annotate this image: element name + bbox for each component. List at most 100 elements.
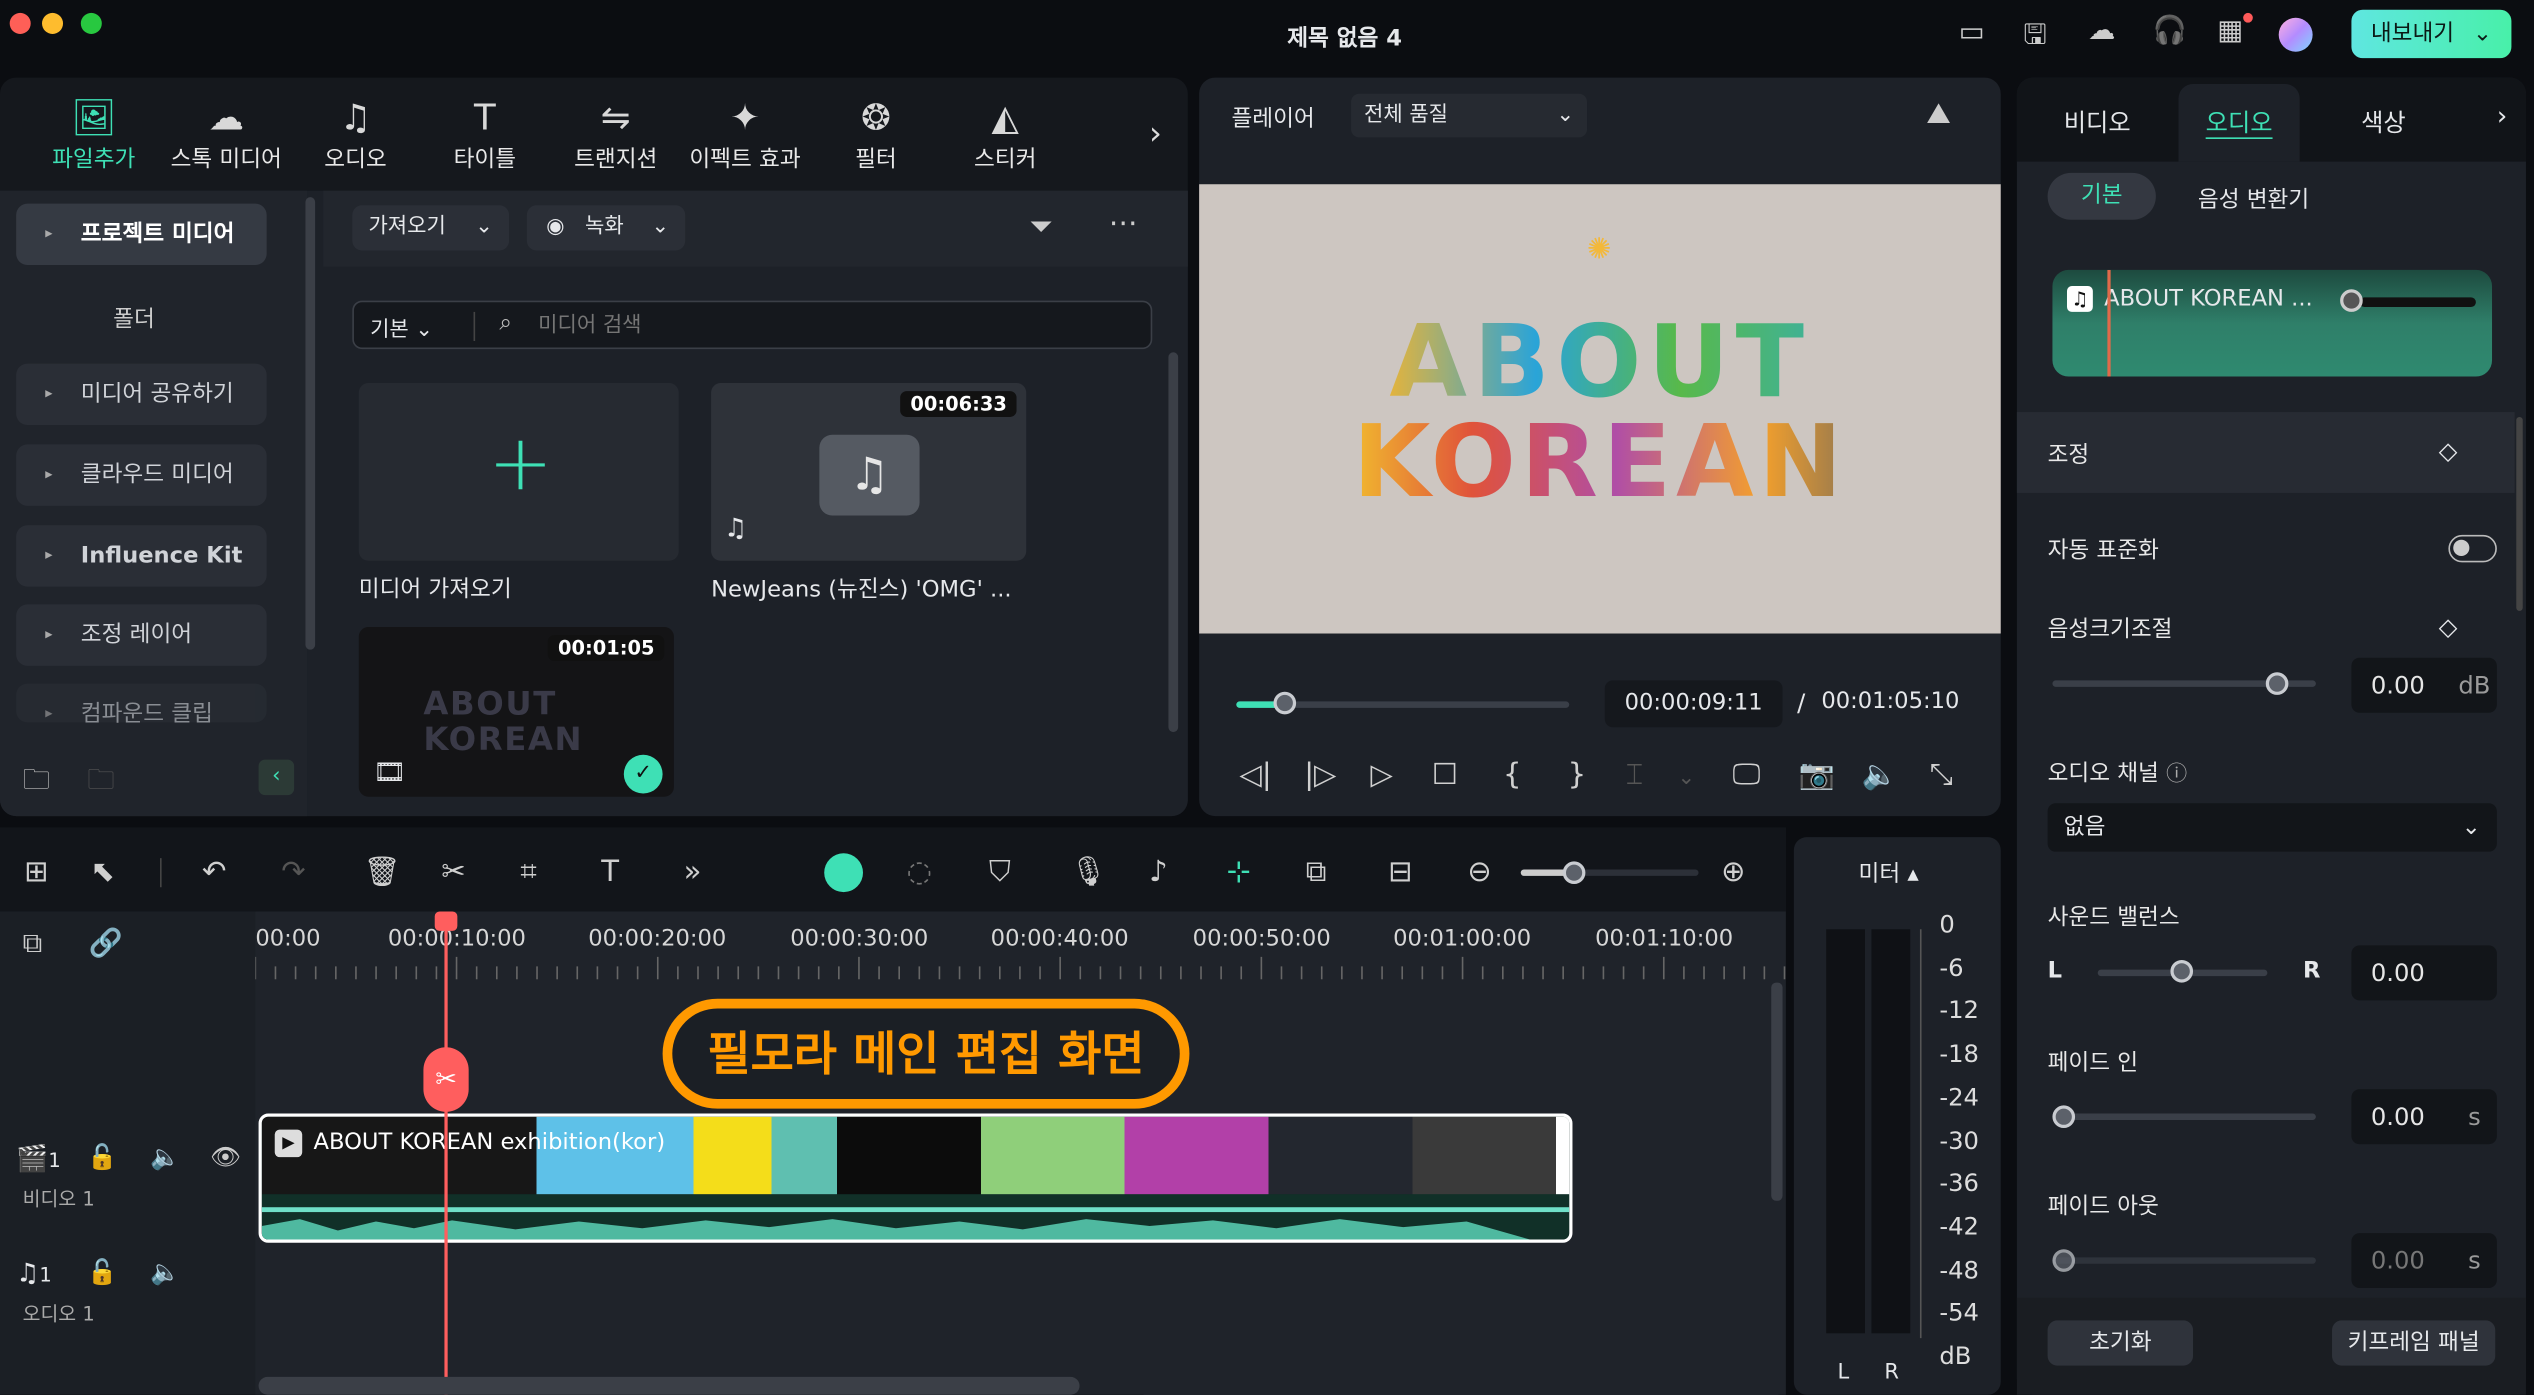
zoom-out-icon[interactable]: ⊖ [1467, 855, 1491, 889]
import-media-card[interactable]: + [358, 383, 679, 561]
timeline-scrollbar-vertical[interactable] [1771, 982, 1783, 1201]
keyframe-diamond-icon[interactable]: ◇ [2439, 436, 2458, 465]
fade-out-input[interactable]: 0.00 s [2351, 1233, 2497, 1289]
sidebar-item[interactable]: Influence Kit [16, 525, 267, 587]
audio-stretch-icon[interactable]: ♪ [1149, 855, 1168, 889]
tab-sticker[interactable]: ◭ 스티커 [941, 97, 1070, 175]
lock-icon[interactable]: 🔓 [87, 1257, 117, 1286]
record-dropdown[interactable]: ◉ 녹화 ⌄ [526, 205, 686, 251]
add-track-icon[interactable]: ⧉ [23, 928, 43, 960]
undo-icon[interactable]: ↶ [202, 855, 226, 889]
delete-icon[interactable]: 🗑 [364, 855, 401, 889]
media-item-audio[interactable]: ♫ 00:06:33 ♫ [711, 383, 1027, 561]
volume-input[interactable]: 0.00 dB [2351, 657, 2497, 713]
sidebar-item[interactable]: 프로젝트 미디어 [16, 203, 267, 266]
fade-out-handle[interactable] [2052, 1249, 2076, 1272]
reset-button[interactable]: 초기화 [2047, 1320, 2194, 1366]
tab-media[interactable]: 🖼 파일추가 [29, 97, 158, 175]
media-scrollbar[interactable] [1168, 352, 1179, 733]
help-icon[interactable]: ⓘ [2166, 763, 2187, 787]
timeline-scrollbar-horizontal[interactable] [258, 1376, 1080, 1395]
subtab-voice-changer[interactable]: 음성 변환기 [2198, 183, 2309, 215]
meter-label[interactable]: 미터 ▴ [1859, 857, 1919, 889]
search-input[interactable] [538, 308, 1120, 341]
lock-icon[interactable]: 🔓 [87, 1143, 117, 1172]
apps-grid-icon[interactable]: ▦ [2217, 15, 2243, 47]
mark-in-icon[interactable]: { [1503, 758, 1522, 792]
view-select[interactable]: 기본 ⌄ [370, 312, 433, 342]
tab-filter[interactable]: ❂ 필터 [811, 97, 940, 175]
fade-in-input[interactable]: 0.00 s [2351, 1089, 2497, 1145]
sidebar-item[interactable]: 클라우드 미디어 [16, 444, 267, 506]
clip-volume-handle[interactable] [2340, 289, 2363, 312]
volume-icon[interactable]: 🔈 [1862, 758, 1898, 792]
display-icon[interactable]: 🖵 [1732, 758, 1760, 792]
mark-out-icon[interactable]: } [1568, 758, 1587, 792]
media-search-bar[interactable]: 기본 ⌄ ⌕ [352, 300, 1153, 350]
panel-scrollbar[interactable] [2516, 416, 2523, 611]
playhead-top-handle[interactable] [434, 911, 458, 931]
export-button[interactable]: 내보내기 ⌄ [2351, 9, 2512, 59]
select-tool-icon[interactable]: ⬉ [91, 855, 115, 889]
tab-music[interactable]: ♫ 오디오 [291, 97, 420, 175]
sidebar-item[interactable]: 미디어 공유하기 [16, 363, 267, 426]
zoom-in-icon[interactable]: ⊕ [1721, 855, 1745, 889]
marker-icon[interactable]: ⛉ [989, 855, 1011, 889]
toolbar-more-arrow[interactable]: › [1149, 113, 1162, 152]
tab-audio[interactable]: 오디오 [2178, 84, 2300, 162]
microphone-icon[interactable]: 🎙 [1070, 855, 1107, 889]
media-item-video[interactable]: ABOUT KOREAN 00:01:05 🎞 ✓ [358, 627, 674, 797]
scopes-icon[interactable]: ⛰ [1926, 97, 1950, 131]
filter-sort-icon[interactable]: ⏷ [1029, 210, 1052, 244]
fullscreen-icon[interactable]: ⤡ [1930, 758, 1953, 792]
sidebar-item[interactable]: 컴파운드 클립 [16, 683, 267, 745]
playhead-split-scissors[interactable]: ✂ [423, 1047, 469, 1112]
sidebar-item[interactable]: 조정 레이어 [16, 604, 267, 666]
fade-in-handle[interactable] [2052, 1105, 2076, 1129]
tabs-more-arrow[interactable]: › [2497, 100, 2507, 131]
video-preview[interactable]: ✺ ABOUT KOREAN [1199, 184, 2001, 634]
more-tools-icon[interactable]: » [684, 855, 702, 889]
text-icon[interactable]: T [601, 855, 619, 889]
mute-icon[interactable]: 🔈 [150, 1143, 180, 1172]
cloud-icon[interactable]: ☁ [2088, 15, 2115, 47]
tab-transition[interactable]: ⇋ 트랜지션 [551, 97, 680, 175]
import-dropdown[interactable]: 가져오기 ⌄ [352, 205, 510, 251]
balance-slider-handle[interactable] [2170, 959, 2194, 983]
snapshot-camera-icon[interactable]: 📷 [1799, 758, 1835, 792]
tab-color[interactable]: 색상 [2361, 105, 2406, 139]
volume-slider-handle[interactable] [2265, 672, 2288, 695]
quality-select[interactable]: 전체 품질 ⌄ [1351, 93, 1588, 138]
fade-out-slider[interactable] [2052, 1257, 2316, 1264]
split-scissors-icon[interactable]: ✂ [441, 855, 465, 889]
more-options-icon[interactable]: ⋯ [1109, 207, 1138, 241]
mute-icon[interactable]: 🔈 [150, 1257, 180, 1286]
layout-icon[interactable]: ▭ [1959, 16, 1985, 48]
crop-icon[interactable]: ⌗ [520, 855, 536, 889]
auto-normalize-toggle[interactable] [2448, 534, 2497, 563]
volume-keyframe-icon[interactable]: ◇ [2439, 613, 2458, 642]
timeline-zoom-slider[interactable] [1520, 869, 1699, 876]
tab-video[interactable]: 비디오 [2064, 105, 2131, 139]
snap-icon[interactable]: ⊹ [1227, 855, 1251, 889]
keyframe-panel-button[interactable]: 키프레임 패널 [2332, 1320, 2496, 1366]
auto-ripple-icon[interactable]: ◌ [907, 855, 932, 889]
balance-input[interactable]: 0.00 [2351, 945, 2497, 1001]
audio-channel-select[interactable]: 없음 ⌄ [2047, 803, 2497, 852]
next-frame-icon[interactable]: |▷ [1304, 758, 1336, 792]
tab-title[interactable]: T 타이틀 [420, 97, 549, 175]
progress-handle[interactable] [1273, 691, 1296, 715]
sidebar-item-folder[interactable]: 폴더 [113, 302, 155, 334]
fade-in-slider[interactable] [2052, 1113, 2316, 1120]
save-icon[interactable]: 🖫 [2023, 15, 2046, 62]
new-folder-icon[interactable]: 🗀 [23, 760, 50, 807]
prev-frame-icon[interactable]: ◁| [1240, 758, 1272, 792]
layout-grid-icon[interactable]: ⊞ [24, 855, 48, 889]
link-icon[interactable]: 🔗 [89, 928, 123, 960]
collapse-sidebar-button[interactable]: ‹ [258, 759, 295, 796]
visibility-eye-icon[interactable]: 👁 [210, 1143, 241, 1172]
subtab-basic[interactable]: 기본 [2047, 172, 2156, 220]
stop-icon[interactable]: ☐ [1432, 758, 1458, 792]
tab-stock[interactable]: ☁ 스톡 미디어 [162, 97, 291, 175]
video-clip[interactable]: ▶ ABOUT KOREAN exhibition(kor) [258, 1113, 1573, 1243]
